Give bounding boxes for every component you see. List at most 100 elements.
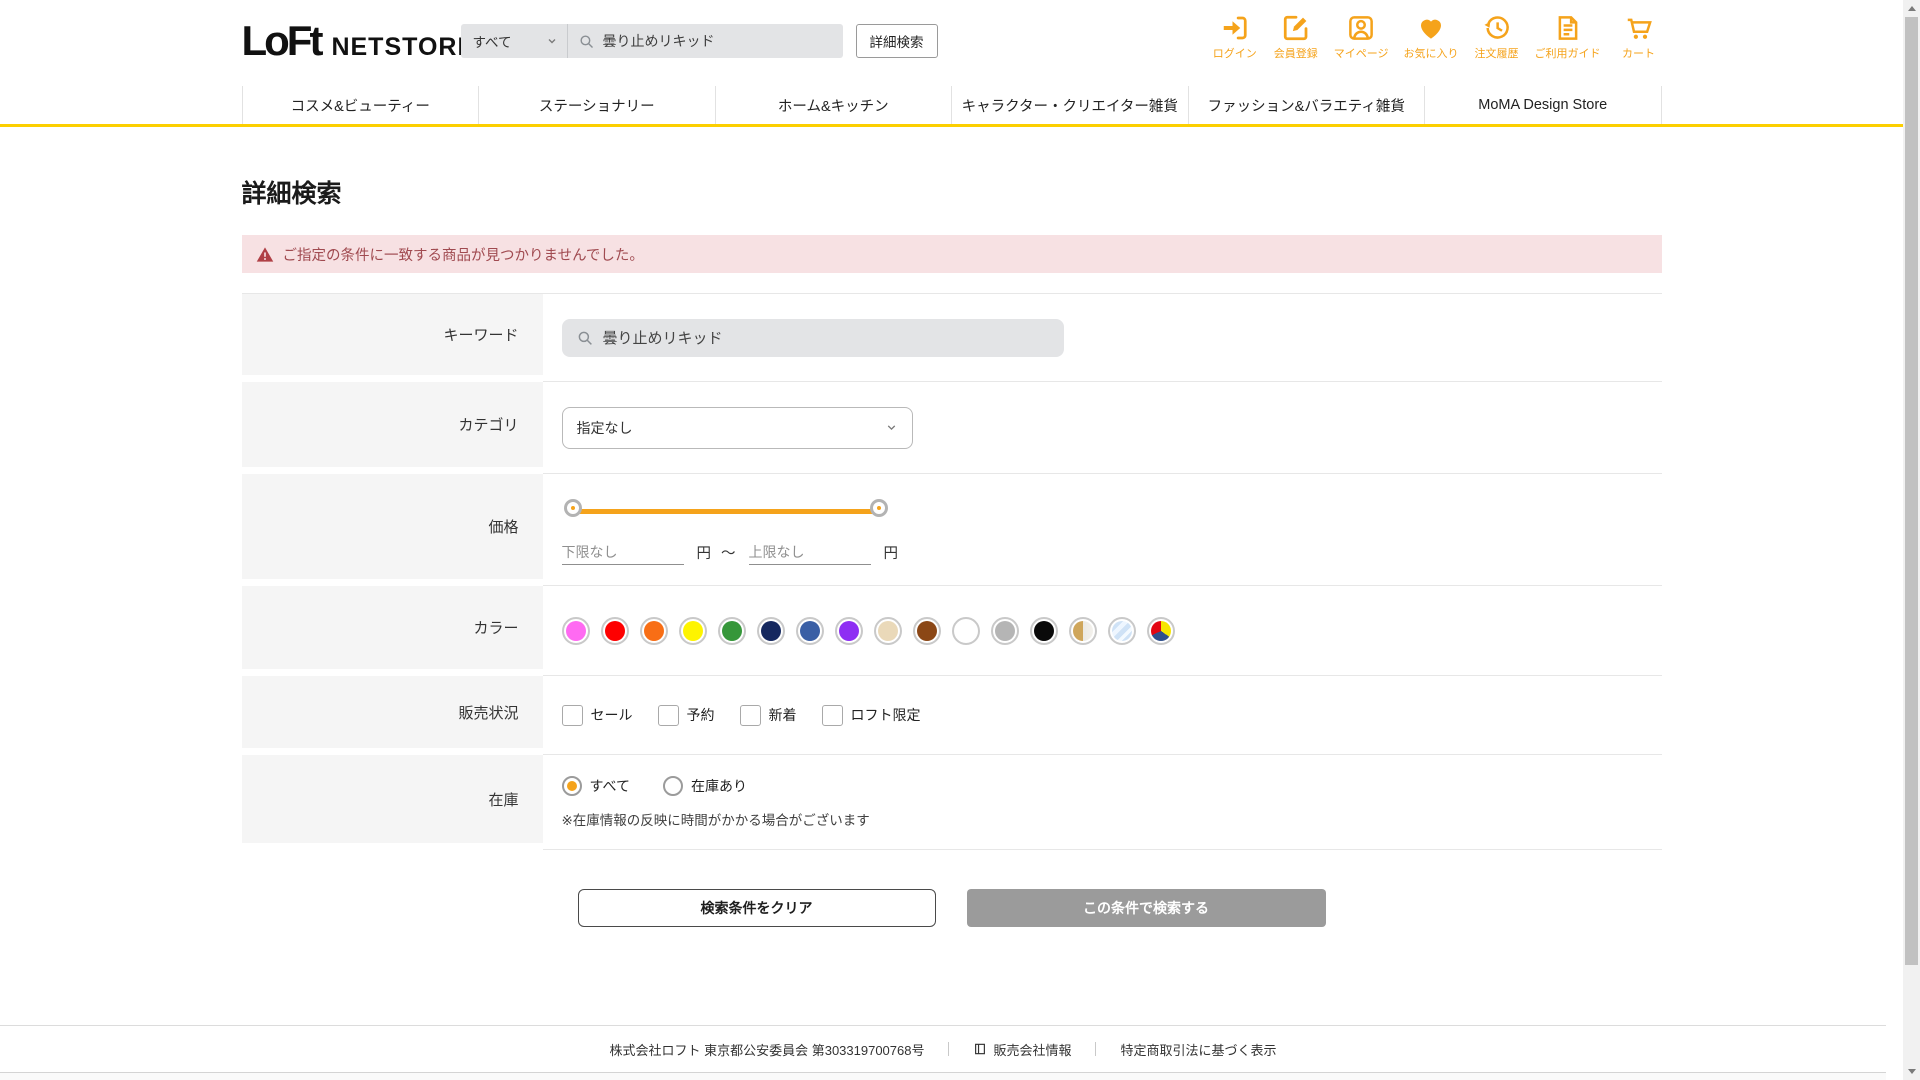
slider-handle-min[interactable] bbox=[566, 501, 579, 514]
sales-status-label: 販売状況 bbox=[241, 676, 543, 748]
color-swatch-fill bbox=[916, 620, 937, 641]
scrollbar-thumb[interactable] bbox=[1905, 17, 1918, 965]
register-menu-item[interactable]: 会員登録 bbox=[1273, 13, 1319, 61]
color-swatch[interactable] bbox=[1068, 616, 1097, 645]
footer-link-company-info[interactable]: 販売会社情報 bbox=[973, 1040, 1071, 1059]
color-swatch-fill bbox=[643, 620, 664, 641]
color-swatch[interactable] bbox=[873, 616, 902, 645]
guide-document-icon bbox=[1558, 16, 1577, 40]
color-swatch[interactable] bbox=[912, 616, 941, 645]
keyword-content bbox=[542, 294, 1662, 382]
error-message: ご指定の条件に一致する商品が見つかりませんでした。 bbox=[282, 247, 644, 264]
color-swatch[interactable] bbox=[561, 616, 590, 645]
status-checkbox[interactable] bbox=[561, 704, 583, 726]
nav-item-moma-design-store[interactable]: MoMA Design Store bbox=[1424, 86, 1662, 124]
color-swatch[interactable] bbox=[990, 616, 1019, 645]
category-select[interactable]: 指定なし bbox=[561, 406, 913, 449]
form-actions: 検索条件をクリア この条件で検索する bbox=[242, 889, 1662, 927]
main-content: 詳細検索 ご指定の条件に一致する商品が見つかりませんでした。 キーワード 曇り止… bbox=[241, 179, 1662, 927]
order-history-menu-item[interactable]: 注文履歴 bbox=[1474, 13, 1520, 61]
stock-option-label: すべて bbox=[589, 777, 630, 794]
color-swatch[interactable] bbox=[1029, 616, 1058, 645]
guide-menu-item[interactable]: ご利用ガイド bbox=[1535, 13, 1601, 61]
search-submit-button[interactable]: この条件で検索する bbox=[966, 889, 1326, 927]
nav-item-home-kitchen[interactable]: ホーム&キッチン bbox=[714, 86, 952, 124]
stock-option-all[interactable]: すべて bbox=[561, 775, 630, 796]
scrollbar-up-button[interactable] bbox=[1903, 0, 1920, 17]
cart-menu-item[interactable]: カート bbox=[1616, 13, 1662, 61]
header-search-value: 曇り止めリキッド bbox=[602, 33, 715, 49]
search-category-dropdown[interactable]: すべて bbox=[461, 24, 567, 58]
guide-label: ご利用ガイド bbox=[1534, 48, 1601, 60]
cart-icon bbox=[1627, 18, 1652, 39]
detail-search-button[interactable]: 詳細検索 bbox=[855, 24, 938, 58]
scroll-up-arrow-icon bbox=[1907, 6, 1916, 11]
color-label: カラー bbox=[241, 586, 543, 669]
login-menu-item[interactable]: ログイン bbox=[1212, 13, 1258, 61]
color-swatch[interactable] bbox=[951, 616, 980, 645]
mypage-label: マイページ bbox=[1333, 48, 1389, 60]
page-title: 詳細検索 bbox=[241, 180, 342, 208]
color-swatch[interactable] bbox=[717, 616, 746, 645]
clear-conditions-button[interactable]: 検索条件をクリア bbox=[577, 889, 936, 927]
status-option-loft-limited[interactable]: ロフト限定 bbox=[821, 704, 921, 726]
nav-item-stationery[interactable]: ステーショナリー bbox=[478, 86, 715, 124]
color-swatch-fill bbox=[838, 620, 859, 641]
color-swatch[interactable] bbox=[1107, 616, 1136, 645]
slider-handle-max[interactable] bbox=[872, 501, 885, 514]
favorites-label: お気に入り bbox=[1403, 48, 1459, 60]
header-search-input[interactable]: 曇り止めリキッド bbox=[568, 31, 843, 51]
color-swatch-fill bbox=[565, 620, 586, 641]
sales-status-row: 販売状況 セール 予約 新着 ロフト限定 bbox=[241, 676, 1662, 755]
page-bottom-strip bbox=[0, 1072, 1886, 1080]
slider-track bbox=[576, 508, 875, 514]
chevron-down-icon bbox=[887, 425, 895, 431]
color-swatch[interactable] bbox=[756, 616, 785, 645]
favorites-menu-item[interactable]: お気に入り bbox=[1404, 13, 1459, 61]
status-option-sale[interactable]: セール bbox=[561, 704, 633, 726]
nav-item-character-creator[interactable]: キャラクター・クリエイター雑貨 bbox=[951, 86, 1188, 124]
register-label: 会員登録 bbox=[1273, 48, 1318, 60]
status-checkbox[interactable] bbox=[657, 704, 679, 726]
price-row: 価格 円 ～ 円 bbox=[241, 474, 1662, 586]
store-icon bbox=[975, 1043, 986, 1055]
price-label: 価格 bbox=[241, 474, 543, 579]
stock-radio[interactable] bbox=[561, 775, 582, 796]
scrollbar-down-button[interactable] bbox=[1903, 1063, 1920, 1080]
mypage-menu-item[interactable]: マイページ bbox=[1334, 13, 1389, 61]
color-swatch[interactable] bbox=[1146, 616, 1175, 645]
stock-option-in-stock[interactable]: 在庫あり bbox=[662, 775, 747, 796]
footer: 株式会社ロフト 東京都公安委員会 第303319700768号 販売会社情報 特… bbox=[0, 1025, 1886, 1072]
status-option-label: ロフト限定 bbox=[850, 707, 921, 723]
status-checkbox[interactable] bbox=[739, 704, 761, 726]
price-range-separator: ～ bbox=[721, 546, 736, 562]
nav-item-cosme-beauty[interactable]: コスメ&ビューティー bbox=[241, 86, 479, 124]
login-icon bbox=[1223, 16, 1247, 40]
color-swatch[interactable] bbox=[795, 616, 824, 645]
nav-item-fashion-variety[interactable]: ファッション&バラエティ雑貨 bbox=[1187, 86, 1425, 124]
search-category-value: すべて bbox=[472, 35, 512, 50]
order-history-icon bbox=[1484, 16, 1509, 39]
price-max-input[interactable] bbox=[748, 540, 871, 565]
price-min-input[interactable] bbox=[561, 540, 684, 565]
color-swatch-fill bbox=[604, 620, 625, 641]
status-checkbox[interactable] bbox=[821, 704, 843, 726]
status-option-label: 予約 bbox=[686, 707, 715, 723]
status-option-preorder[interactable]: 予約 bbox=[657, 704, 715, 726]
color-content bbox=[542, 586, 1662, 676]
brand-logo[interactable]: LoFt NETSTORE bbox=[242, 20, 476, 62]
color-row: カラー bbox=[241, 586, 1662, 676]
color-swatch[interactable] bbox=[639, 616, 668, 645]
keyword-input[interactable] bbox=[602, 329, 1050, 346]
warning-icon bbox=[256, 246, 273, 262]
color-swatch[interactable] bbox=[600, 616, 629, 645]
utility-menu: ログイン 会員登録 マイページ お気に入り 注文履歴 ご利用ガイド カート bbox=[1212, 13, 1662, 61]
footer-link-commercial-law[interactable]: 特定商取引法に基づく表示 bbox=[1120, 1040, 1276, 1059]
stock-radio[interactable] bbox=[662, 775, 683, 796]
category-row: カテゴリ 指定なし bbox=[241, 382, 1662, 474]
keyword-label: キーワード bbox=[241, 294, 543, 375]
color-swatch[interactable] bbox=[678, 616, 707, 645]
color-swatch[interactable] bbox=[834, 616, 863, 645]
keyword-input-box bbox=[561, 318, 1064, 357]
status-option-new[interactable]: 新着 bbox=[739, 704, 797, 726]
